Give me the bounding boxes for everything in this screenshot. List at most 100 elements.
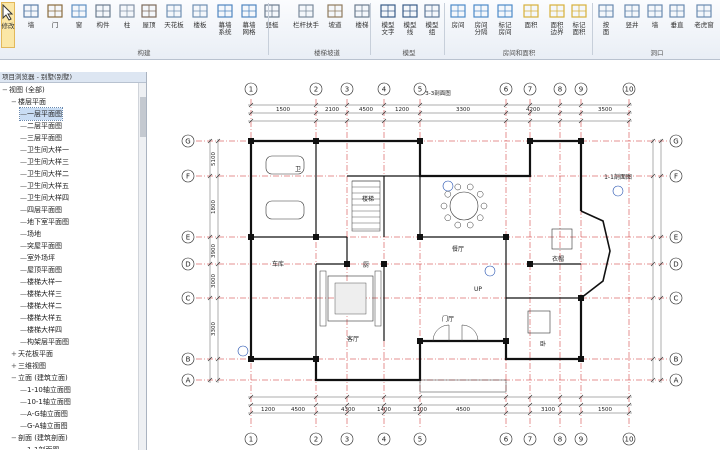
tree-item[interactable]: —一层平面图 <box>19 107 63 121</box>
ribbon-button-wall[interactable]: 墙 <box>22 2 40 48</box>
ribbon-button-area-boundary[interactable]: 面积 边界 <box>545 2 569 48</box>
ribbon-button-shaft[interactable]: 竖井 <box>621 2 643 48</box>
floor-icon <box>192 4 208 18</box>
tree-item[interactable]: —G-A轴立面图 <box>20 420 68 432</box>
ribbon-button-area[interactable]: 面积 <box>520 2 542 48</box>
ribbon-button-dormer[interactable]: 老虎窗 <box>690 2 718 48</box>
tree-item[interactable]: —二层平面图 <box>20 120 62 132</box>
floor-plan-drawing[interactable]: 1 1 2 2 3 3 4 4 5 5 6 6 7 7 8 8 9 9 10 10 G G F F E E D D C C B B A A 1500… <box>148 61 720 450</box>
tree-item[interactable]: —卫生间大样四 <box>20 192 69 204</box>
ribbon-button-label: 门 <box>51 21 59 29</box>
tree-item[interactable]: —A-G轴立面图 <box>20 408 68 420</box>
tree-item[interactable]: —卫生间大样五 <box>20 180 69 192</box>
ribbon-button-curtain-system[interactable]: 幕墙 系统 <box>214 2 236 48</box>
tree-item[interactable]: —地下室平面图 <box>20 216 69 228</box>
ribbon-button-model-text[interactable]: 模型 文字 <box>378 2 398 48</box>
tree-item[interactable]: —卫生间大样一 <box>20 144 69 156</box>
ribbon-button-floor[interactable]: 楼板 <box>190 2 210 48</box>
ribbon-button-label: 天花板 <box>164 21 184 29</box>
ribbon-button-tag-area[interactable]: 标记 面积 <box>568 2 590 48</box>
ribbon-button-model-line[interactable]: 模型 线 <box>400 2 420 48</box>
tree-item[interactable]: —楼梯大样二 <box>20 300 62 312</box>
entrance-steps <box>419 379 507 393</box>
tree-item[interactable]: —楼梯大样四 <box>20 324 62 336</box>
ribbon-button-door[interactable]: 门 <box>46 2 64 48</box>
ribbon-button-model-group[interactable]: 模型 组 <box>421 2 443 48</box>
tree-item[interactable]: —卫生间大样二 <box>20 168 69 180</box>
column <box>248 138 254 144</box>
column <box>313 138 319 144</box>
ribbon-button-component[interactable]: 构件 <box>92 2 114 48</box>
expand-icon[interactable]: + <box>11 348 18 360</box>
tree-item-label: A-G轴立面图 <box>27 410 68 418</box>
tree-item[interactable]: —10-1轴立面图 <box>20 396 71 408</box>
tree-item[interactable]: —卫生间大样三 <box>20 156 69 168</box>
ribbon-button-railing[interactable]: 栏杆扶手 <box>291 2 321 48</box>
tree-item[interactable]: —楼梯大样五 <box>20 312 62 324</box>
stair-outline <box>351 180 381 232</box>
ribbon-button-room[interactable]: 房间 <box>447 2 469 48</box>
component-icon <box>95 4 111 18</box>
expand-icon[interactable]: + <box>11 360 18 372</box>
ribbon-button-column[interactable]: 柱 <box>118 2 136 48</box>
ribbon-group-separator <box>444 3 445 55</box>
tree-item[interactable]: —楼梯大样三 <box>20 288 62 300</box>
room-label: 车库 <box>272 260 284 268</box>
tree-branch-icon: — <box>20 206 27 214</box>
tree-item[interactable]: −视图 (全部) <box>2 84 45 96</box>
tree-item[interactable]: —室外场坪 <box>20 252 55 264</box>
ribbon-button-tag-room[interactable]: 标记 房间 <box>494 2 516 48</box>
room-label: 衣帽 <box>552 255 564 263</box>
chair <box>444 190 452 198</box>
tree-branch-icon: — <box>20 422 27 430</box>
drawing-canvas[interactable]: 1 1 2 2 3 3 4 4 5 5 6 6 7 7 8 8 9 9 10 10 G G F F E E D D C C B B A A 1500… <box>148 61 720 450</box>
ribbon-button-curtain-grid[interactable]: 幕墙 网格 <box>238 2 260 48</box>
tree-item[interactable]: −楼层平面 <box>11 96 46 108</box>
tree-item[interactable]: +天花板平面 <box>11 348 53 360</box>
tree-item[interactable]: —楼梯大样一 <box>20 276 62 288</box>
ribbon-button-roof[interactable]: 屋顶 <box>140 2 158 48</box>
ribbon-button-label: 面积 <box>524 21 538 29</box>
ribbon-button-label: 面积 边界 <box>550 21 564 36</box>
collapse-icon[interactable]: − <box>11 372 18 384</box>
tree-item[interactable]: —1-1剖面图 <box>20 444 59 449</box>
tree-item[interactable]: −立面 (建筑立面) <box>11 372 68 384</box>
grid-label: 3 <box>345 86 349 94</box>
stair-icon <box>354 4 370 18</box>
dimension-text: 5100 <box>211 152 217 166</box>
modify-button[interactable]: 修改 <box>1 2 15 48</box>
tree-item[interactable]: —三层平面图 <box>20 132 62 144</box>
room-label: 卧 <box>540 340 546 348</box>
chair <box>454 183 462 191</box>
tree-item[interactable]: —四层平面图 <box>20 204 62 216</box>
ribbon-button-room-separator[interactable]: 房间 分隔 <box>470 2 492 48</box>
car <box>265 200 305 220</box>
browser-scrollbar[interactable] <box>138 83 146 450</box>
ribbon-button-window[interactable]: 窗 <box>70 2 88 48</box>
ribbon-button-ramp[interactable]: 坡道 <box>323 2 347 48</box>
collapse-icon[interactable]: − <box>11 432 18 444</box>
area-icon <box>523 4 539 18</box>
ribbon-button-ceiling[interactable]: 天花板 <box>162 2 186 48</box>
model-text-icon <box>380 4 396 18</box>
tree-item[interactable]: —构架层平面图 <box>20 336 69 348</box>
collapse-icon[interactable]: − <box>11 96 18 108</box>
tree-item[interactable]: −剖面 (建筑剖面) <box>11 432 68 444</box>
tree-item[interactable]: +三维视图 <box>11 360 46 372</box>
collapse-icon[interactable]: − <box>2 84 9 96</box>
tree-branch-icon: — <box>20 158 27 166</box>
tree-branch-icon: — <box>20 326 27 334</box>
ribbon-button-by-face[interactable]: 按 面 <box>596 2 616 48</box>
tree-item[interactable]: —1-10轴立面图 <box>20 384 71 396</box>
tree-item[interactable]: —屋顶平面图 <box>20 264 62 276</box>
tree-item-label: 二层平面图 <box>27 122 62 130</box>
tree-item[interactable]: —场地 <box>20 228 41 240</box>
tree-item-label: 剖面 (建筑剖面) <box>18 434 68 442</box>
ribbon-button-label: 老虎窗 <box>694 21 714 29</box>
dimension-text: 4500 <box>291 407 305 413</box>
ribbon-button-vertical-opening[interactable]: 垂直 <box>667 2 687 48</box>
ribbon-button-mullion[interactable]: 竖梃 <box>262 2 282 48</box>
ribbon-button-opening-wall[interactable]: 墙 <box>645 2 665 48</box>
scrollbar-thumb[interactable] <box>140 97 146 137</box>
tree-item[interactable]: —突屋平面图 <box>20 240 62 252</box>
